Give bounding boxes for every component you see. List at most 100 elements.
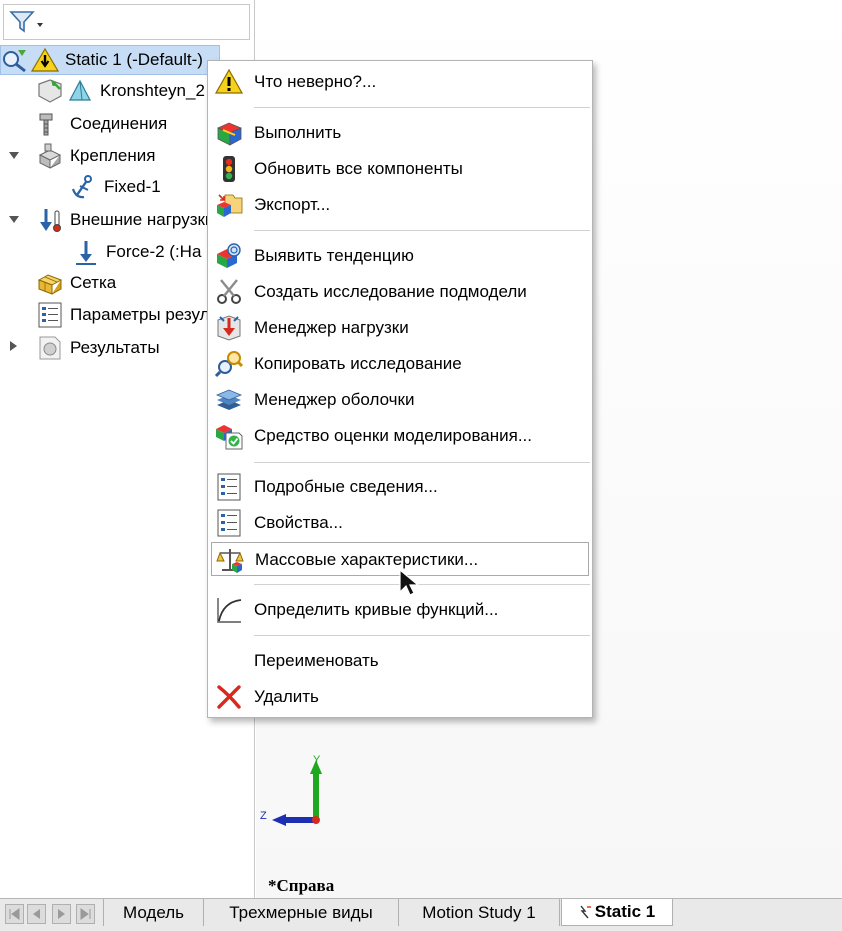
scissors-icon bbox=[215, 278, 243, 306]
tree-item-label: Сетка bbox=[70, 273, 117, 292]
results-icon bbox=[36, 334, 64, 362]
external-loads-icon bbox=[36, 206, 64, 234]
menu-item-label: Экспорт... bbox=[254, 195, 331, 214]
tab-3d-views[interactable]: Трехмерные виды bbox=[204, 899, 399, 926]
tree-item-part[interactable]: Kronshteyn_2 bbox=[36, 76, 205, 106]
warning-icon bbox=[215, 68, 243, 96]
menu-item-label: Менеджер нагрузки bbox=[254, 318, 409, 337]
tree-item-label: Соединения bbox=[70, 114, 168, 133]
load-manager-icon bbox=[215, 314, 243, 342]
menu-item-label: Выполнить bbox=[254, 123, 342, 142]
menu-item-delete[interactable]: Удалить bbox=[211, 680, 589, 714]
tree-item-fixed[interactable]: Fixed-1 bbox=[70, 172, 161, 202]
menu-item-copy-study[interactable]: Копировать исследование bbox=[211, 347, 589, 381]
view-orientation-label: *Справа bbox=[268, 876, 335, 895]
traffic-light-icon bbox=[215, 155, 243, 183]
menu-item-shell-manager[interactable]: Менеджер оболочки bbox=[211, 383, 589, 417]
menu-item-label: Создать исследование подмодели bbox=[254, 282, 527, 301]
export-icon bbox=[215, 191, 243, 219]
menu-separator bbox=[254, 584, 590, 585]
menu-item-create-submodel-study[interactable]: Создать исследование подмодели bbox=[211, 275, 589, 309]
mesh-icon bbox=[36, 269, 64, 297]
menu-item-rename[interactable]: Переименовать bbox=[211, 644, 589, 678]
menu-item-label: Удалить bbox=[254, 687, 319, 706]
menu-item-simulation-evaluator[interactable]: Средство оценки моделирования... bbox=[211, 419, 589, 453]
triad-y-label: Y bbox=[313, 754, 321, 766]
run-icon bbox=[215, 119, 243, 147]
tree-item-external-loads[interactable]: Внешние нагрузки bbox=[36, 205, 214, 235]
menu-item-label: Выявить тенденцию bbox=[254, 246, 414, 265]
menu-separator bbox=[254, 230, 590, 231]
tree-item-label: Force-2 (:На bbox=[106, 242, 202, 261]
trend-icon bbox=[215, 242, 243, 270]
first-tab-button[interactable] bbox=[5, 904, 24, 924]
tree-item-connections[interactable]: Соединения bbox=[36, 109, 167, 139]
collapse-arrow-icon[interactable] bbox=[8, 150, 20, 162]
menu-item-run[interactable]: Выполнить bbox=[211, 116, 589, 150]
simulation-evaluator-icon bbox=[215, 422, 243, 450]
menu-item-load-manager[interactable]: Менеджер нагрузки bbox=[211, 311, 589, 345]
force-arrow-icon bbox=[72, 238, 100, 266]
anchor-icon bbox=[70, 173, 98, 201]
fixtures-icon bbox=[36, 142, 64, 170]
menu-item-label: Свойства... bbox=[254, 513, 343, 532]
menu-separator bbox=[254, 635, 590, 636]
funnel-icon[interactable] bbox=[8, 9, 44, 40]
menu-item-update-all[interactable]: Обновить все компоненты bbox=[211, 152, 589, 186]
properties-list-icon bbox=[215, 509, 243, 537]
menu-item-label: Подробные сведения... bbox=[254, 477, 438, 496]
tree-item-label: Крепления bbox=[70, 146, 156, 165]
bottom-tab-bar: Модель Трехмерные виды Motion Study 1 St… bbox=[0, 898, 842, 931]
menu-item-trend[interactable]: Выявить тенденцию bbox=[211, 239, 589, 273]
connections-icon bbox=[36, 110, 64, 138]
tree-item-label: Результаты bbox=[70, 338, 160, 357]
menu-item-label: Массовые характеристики... bbox=[255, 550, 479, 569]
menu-separator bbox=[254, 107, 590, 108]
collapse-arrow-icon[interactable] bbox=[8, 214, 20, 226]
tree-item-label: Static 1 (-Default-) bbox=[65, 50, 203, 69]
study-tab-icon bbox=[579, 904, 593, 920]
study-icon bbox=[1, 46, 29, 74]
tree-item-results[interactable]: Результаты bbox=[36, 333, 160, 363]
details-list-icon bbox=[215, 473, 243, 501]
tree-item-force[interactable]: Force-2 (:На bbox=[72, 237, 201, 267]
menu-item-details[interactable]: Подробные сведения... bbox=[211, 470, 589, 504]
part-folder-icon bbox=[36, 77, 64, 105]
tab-static-study[interactable]: Static 1 bbox=[561, 899, 673, 926]
menu-separator bbox=[254, 462, 590, 463]
menu-item-properties[interactable]: Свойства... bbox=[211, 506, 589, 540]
tree-item-fixtures[interactable]: Крепления bbox=[36, 141, 155, 171]
tree-item-mesh[interactable]: Сетка bbox=[36, 268, 116, 298]
previous-tab-button[interactable] bbox=[27, 904, 46, 924]
menu-item-label: Что неверно?... bbox=[254, 72, 377, 91]
tab-motion-study[interactable]: Motion Study 1 bbox=[399, 899, 560, 926]
part-icon bbox=[66, 77, 94, 105]
expand-arrow-icon[interactable] bbox=[8, 340, 20, 352]
tree-item-static-study[interactable]: Static 1 (-Default-) bbox=[0, 45, 220, 75]
menu-item-whats-wrong[interactable]: Что неверно?... bbox=[211, 65, 589, 99]
menu-item-export[interactable]: Экспорт... bbox=[211, 188, 589, 222]
menu-item-label: Менеджер оболочки bbox=[254, 390, 415, 409]
next-tab-button[interactable] bbox=[52, 904, 71, 924]
warning-icon bbox=[31, 46, 59, 74]
tree-item-label: Kronshteyn_2 bbox=[100, 81, 205, 100]
tree-item-label: Внешние нагрузки bbox=[70, 210, 215, 229]
result-options-icon bbox=[36, 301, 64, 329]
curve-icon bbox=[215, 596, 243, 624]
triad-z-label: Z bbox=[260, 810, 267, 822]
menu-item-label: Средство оценки моделирования... bbox=[254, 426, 532, 445]
shell-manager-icon bbox=[215, 386, 243, 414]
menu-item-label: Переименовать bbox=[254, 651, 379, 670]
menu-item-label: Определить кривые функций... bbox=[254, 600, 499, 619]
menu-item-label: Обновить все компоненты bbox=[254, 159, 463, 178]
context-menu: Что неверно?... Выполнить Обновить все к… bbox=[207, 60, 593, 718]
tree-item-label: Fixed-1 bbox=[104, 177, 161, 196]
mass-properties-icon bbox=[216, 546, 244, 574]
delete-x-icon bbox=[215, 683, 243, 711]
coordinate-triad: Y Z bbox=[260, 752, 338, 837]
tab-model[interactable]: Модель bbox=[103, 899, 204, 926]
copy-study-icon bbox=[215, 350, 243, 378]
last-tab-button[interactable] bbox=[76, 904, 95, 924]
tree-filter[interactable] bbox=[3, 4, 250, 40]
menu-item-label: Копировать исследование bbox=[254, 354, 462, 373]
